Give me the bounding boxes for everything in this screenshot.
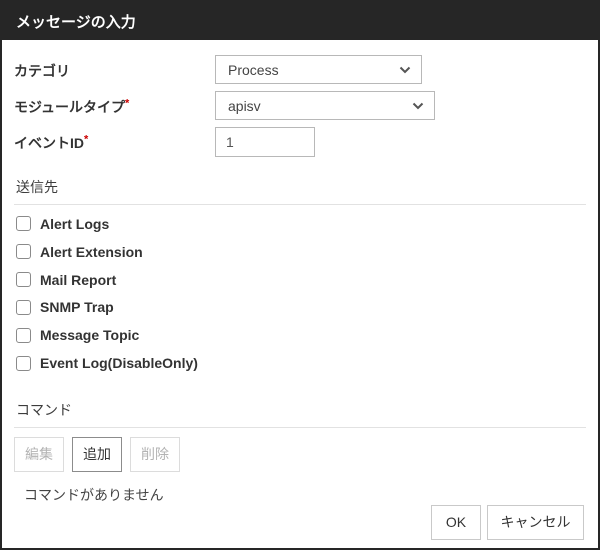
chevron-down-icon xyxy=(399,66,411,74)
required-mark: * xyxy=(84,133,88,145)
module-type-label: モジュールタイプ* xyxy=(14,95,215,117)
dialog-title: メッセージの入力 xyxy=(16,11,136,32)
snmp-trap-checkbox[interactable] xyxy=(16,300,31,315)
add-button[interactable]: 追加 xyxy=(72,437,122,472)
module-type-row: モジュールタイプ* apisv xyxy=(14,91,586,120)
ok-button[interactable]: OK xyxy=(431,505,481,540)
checkbox-label[interactable]: Alert Logs xyxy=(40,216,109,232)
checkbox-row-mail-report: Mail Report xyxy=(14,266,586,294)
checkbox-row-message-topic: Message Topic xyxy=(14,321,586,349)
alert-logs-checkbox[interactable] xyxy=(16,216,31,231)
category-select[interactable]: Process xyxy=(215,55,422,84)
event-id-label: イベントID* xyxy=(14,131,215,153)
checkbox-row-event-log: Event Log(DisableOnly) xyxy=(14,349,586,377)
event-id-input[interactable] xyxy=(215,127,315,157)
required-mark: * xyxy=(125,97,129,109)
destination-section-header: 送信先 xyxy=(14,175,586,205)
delete-button: 削除 xyxy=(130,437,180,472)
mail-report-checkbox[interactable] xyxy=(16,272,31,287)
cancel-button[interactable]: キャンセル xyxy=(487,505,584,540)
command-empty-message: コマンドがありません xyxy=(14,485,586,505)
dialog-content: カテゴリ Process モジュールタイプ* apisv イベントID* xyxy=(2,40,598,548)
command-buttons: 編集 追加 削除 xyxy=(14,437,586,472)
dialog-titlebar: メッセージの入力 xyxy=(2,2,598,40)
dialog-footer: OK キャンセル xyxy=(14,505,586,540)
category-select-value: Process xyxy=(228,62,279,78)
message-input-dialog: メッセージの入力 カテゴリ Process モジュールタイプ* apisv xyxy=(0,0,600,550)
checkbox-row-alert-extension: Alert Extension xyxy=(14,238,586,266)
alert-extension-checkbox[interactable] xyxy=(16,244,31,259)
checkbox-label[interactable]: SNMP Trap xyxy=(40,299,114,315)
checkbox-row-alert-logs: Alert Logs xyxy=(14,210,586,238)
event-id-label-text: イベントID xyxy=(14,135,84,151)
chevron-down-icon xyxy=(412,102,424,110)
edit-button: 編集 xyxy=(14,437,64,472)
module-type-select[interactable]: apisv xyxy=(215,91,435,120)
checkbox-label[interactable]: Message Topic xyxy=(40,327,139,343)
checkbox-row-snmp-trap: SNMP Trap xyxy=(14,293,586,321)
module-type-select-value: apisv xyxy=(228,98,261,114)
message-topic-checkbox[interactable] xyxy=(16,328,31,343)
category-row: カテゴリ Process xyxy=(14,55,586,84)
checkbox-label[interactable]: Alert Extension xyxy=(40,244,143,260)
module-type-label-text: モジュールタイプ xyxy=(14,99,125,115)
command-section-header: コマンド xyxy=(14,398,586,428)
category-label: カテゴリ xyxy=(14,59,215,81)
event-log-checkbox[interactable] xyxy=(16,356,31,371)
event-id-row: イベントID* xyxy=(14,127,586,157)
checkbox-label[interactable]: Mail Report xyxy=(40,272,116,288)
checkbox-label[interactable]: Event Log(DisableOnly) xyxy=(40,355,198,371)
